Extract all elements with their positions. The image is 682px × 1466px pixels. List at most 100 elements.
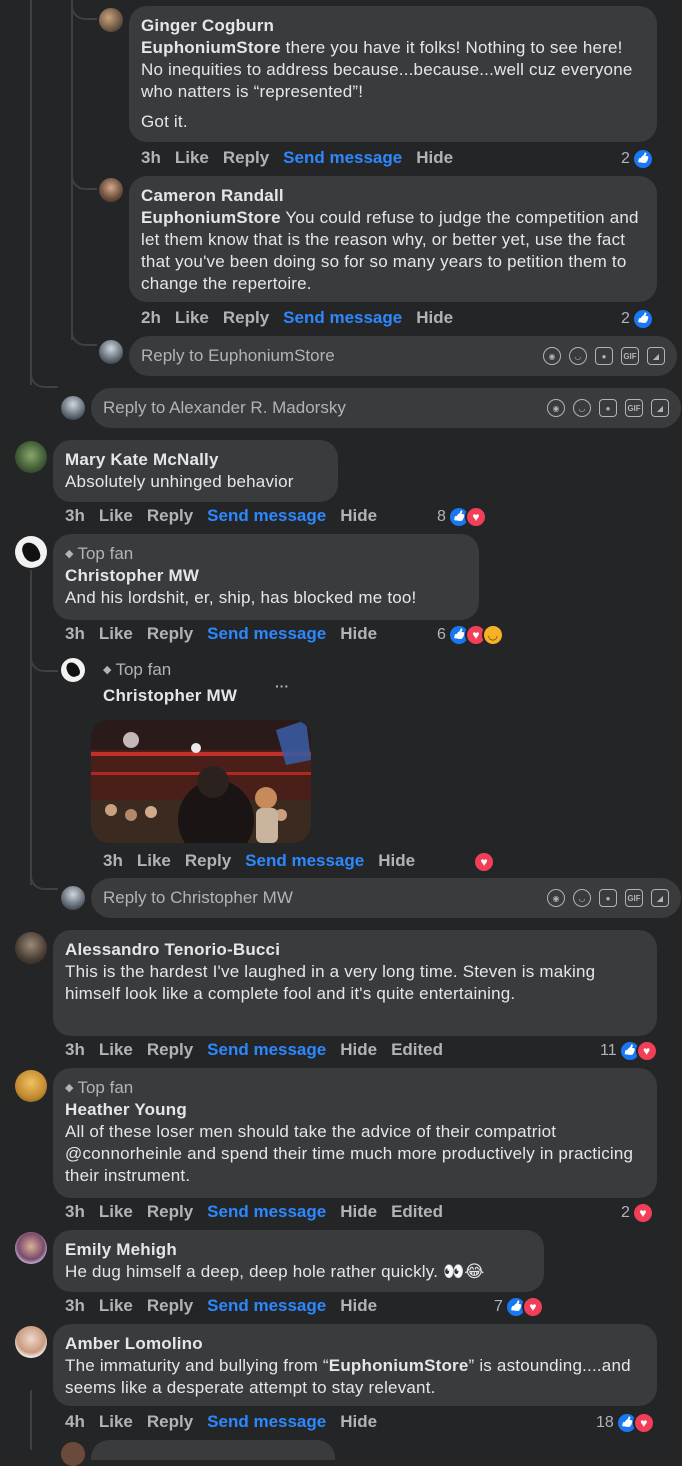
camera-icon[interactable]: ● — [595, 347, 613, 365]
timestamp[interactable]: 3h — [103, 851, 123, 870]
reaction-count[interactable]: 2 — [621, 1202, 654, 1224]
reply-button[interactable]: Reply — [147, 506, 193, 525]
timestamp[interactable]: 3h — [141, 148, 161, 167]
send-message-button[interactable]: Send message — [207, 1202, 326, 1221]
hide-button[interactable]: Hide — [340, 1412, 377, 1431]
commenter-name[interactable]: Ginger Cogburn — [141, 15, 645, 37]
sticker-icon[interactable]: ◢ — [647, 347, 665, 365]
hide-button[interactable]: Hide — [416, 308, 453, 327]
timestamp[interactable]: 3h — [65, 1040, 85, 1059]
timestamp[interactable]: 3h — [65, 506, 85, 525]
hide-button[interactable]: Hide — [340, 1202, 377, 1221]
reply-button[interactable]: Reply — [147, 624, 193, 643]
comment-bubble: Ginger Cogburn EuphoniumStore there you … — [129, 6, 657, 142]
reaction-count[interactable]: 2 — [621, 308, 654, 330]
reply-input[interactable]: Reply to EuphoniumStore ◉ ◡ ● GIF ◢ — [129, 336, 677, 376]
commenter-name[interactable]: Christopher MW — [103, 685, 237, 707]
gif-image[interactable] — [91, 720, 311, 843]
avatar-sticker-icon[interactable]: ◉ — [547, 399, 565, 417]
avatar[interactable] — [15, 1232, 47, 1264]
reaction-count[interactable]: 2 — [621, 148, 654, 170]
timestamp[interactable]: 4h — [65, 1412, 85, 1431]
hide-button[interactable]: Hide — [340, 624, 377, 643]
send-message-button[interactable]: Send message — [207, 1296, 326, 1315]
more-options-icon[interactable]: ··· — [275, 678, 289, 694]
hide-button[interactable]: Hide — [340, 1040, 377, 1059]
avatar[interactable] — [99, 178, 123, 202]
reply-button[interactable]: Reply — [147, 1202, 193, 1221]
timestamp[interactable]: 2h — [141, 308, 161, 327]
commenter-name[interactable]: Alessandro Tenorio-Bucci — [65, 939, 645, 961]
avatar[interactable] — [99, 8, 123, 32]
avatar[interactable] — [15, 932, 47, 964]
send-message-button[interactable]: Send message — [207, 1412, 326, 1431]
avatar[interactable] — [15, 1070, 47, 1102]
gif-icon[interactable]: GIF — [621, 347, 639, 365]
camera-icon[interactable]: ● — [599, 889, 617, 907]
mention-link[interactable]: EuphoniumStore — [141, 208, 281, 227]
send-message-button[interactable]: Send message — [207, 624, 326, 643]
gif-icon[interactable]: GIF — [625, 399, 643, 417]
avatar-sticker-icon[interactable]: ◉ — [547, 889, 565, 907]
reply-button[interactable]: Reply — [147, 1412, 193, 1431]
commenter-name[interactable]: Mary Kate McNally — [65, 449, 326, 471]
reaction-count[interactable]: 6 — [437, 624, 504, 646]
emoji-icon[interactable]: ◡ — [573, 399, 591, 417]
send-message-button[interactable]: Send message — [207, 1040, 326, 1059]
emoji-icon[interactable]: ◡ — [569, 347, 587, 365]
commenter-name[interactable]: Heather Young — [65, 1099, 645, 1121]
hide-button[interactable]: Hide — [340, 1296, 377, 1315]
commenter-name[interactable]: Emily Mehigh — [65, 1239, 532, 1261]
avatar[interactable] — [61, 1442, 85, 1466]
reaction-count[interactable]: 7 — [494, 1296, 544, 1318]
reaction-count[interactable]: 11 — [600, 1040, 658, 1062]
like-button[interactable]: Like — [99, 1040, 133, 1059]
avatar[interactable] — [15, 441, 47, 473]
like-button[interactable]: Like — [137, 851, 171, 870]
sticker-icon[interactable]: ◢ — [651, 399, 669, 417]
like-button[interactable]: Like — [99, 506, 133, 525]
reply-input[interactable]: Reply to Christopher MW ◉ ◡ ● GIF ◢ — [91, 878, 681, 918]
reply-button[interactable]: Reply — [147, 1296, 193, 1315]
reaction-count[interactable]: 8 — [437, 506, 487, 528]
comment-text: All of these loser men should take the a… — [65, 1122, 634, 1185]
reply-button[interactable]: Reply — [223, 148, 269, 167]
send-message-button[interactable]: Send message — [283, 308, 402, 327]
like-button[interactable]: Like — [99, 1296, 133, 1315]
like-button[interactable]: Like — [99, 624, 133, 643]
commenter-name[interactable]: Cameron Randall — [141, 185, 645, 207]
thread-line — [30, 1390, 32, 1450]
timestamp[interactable]: 3h — [65, 1202, 85, 1221]
like-button[interactable]: Like — [99, 1202, 133, 1221]
reply-button[interactable]: Reply — [147, 1040, 193, 1059]
timestamp[interactable]: 3h — [65, 624, 85, 643]
avatar[interactable] — [15, 536, 47, 568]
emoji-icon[interactable]: ◡ — [573, 889, 591, 907]
comment-text: EuphoniumStore there you have it folks! … — [141, 38, 633, 101]
reply-input[interactable]: Reply to Alexander R. Madorsky ◉ ◡ ● GIF… — [91, 388, 681, 428]
hide-button[interactable]: Hide — [340, 506, 377, 525]
gif-icon[interactable]: GIF — [625, 889, 643, 907]
reply-button[interactable]: Reply — [185, 851, 231, 870]
hide-button[interactable]: Hide — [378, 851, 415, 870]
hide-button[interactable]: Hide — [416, 148, 453, 167]
send-message-button[interactable]: Send message — [283, 148, 402, 167]
avatar[interactable] — [61, 658, 85, 682]
timestamp[interactable]: 3h — [65, 1296, 85, 1315]
send-message-button[interactable]: Send message — [245, 851, 364, 870]
like-button[interactable]: Like — [175, 148, 209, 167]
camera-icon[interactable]: ● — [599, 399, 617, 417]
commenter-name[interactable]: Christopher MW — [65, 565, 467, 587]
mention-link[interactable]: EuphoniumStore — [329, 1356, 469, 1375]
mention-link[interactable]: EuphoniumStore — [141, 38, 281, 57]
reaction-icon-only[interactable] — [471, 851, 495, 873]
avatar[interactable] — [15, 1326, 47, 1358]
reaction-count[interactable]: 18 — [596, 1412, 655, 1434]
like-button[interactable]: Like — [99, 1412, 133, 1431]
reply-button[interactable]: Reply — [223, 308, 269, 327]
commenter-name[interactable]: Amber Lomolino — [65, 1333, 645, 1355]
send-message-button[interactable]: Send message — [207, 506, 326, 525]
avatar-sticker-icon[interactable]: ◉ — [543, 347, 561, 365]
sticker-icon[interactable]: ◢ — [651, 889, 669, 907]
like-button[interactable]: Like — [175, 308, 209, 327]
